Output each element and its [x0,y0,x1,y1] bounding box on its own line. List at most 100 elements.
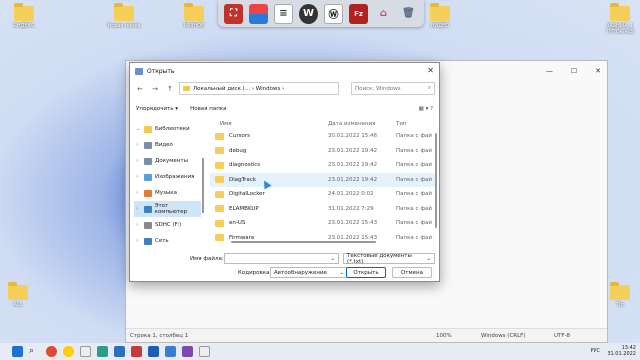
desktop-icon-new-folder[interactable]: Новая папка [100,3,148,29]
chevron-down-icon: ⌄ [330,255,335,262]
cancel-button[interactable]: Отмена [392,267,432,278]
wiki-icon[interactable]: Ⓦ [323,3,344,24]
tree-item[interactable]: › Видео [134,137,201,153]
organize-button[interactable]: Упорядочить ▾ [136,106,178,112]
file-type: Папка с фай [396,205,432,212]
file-date: 23.01.2022 15:43 [328,234,378,241]
cursor-position: Строка 1, столбец 1 [130,333,189,339]
tree-item[interactable]: › Документы [134,153,201,169]
filetype-select[interactable]: Текстовые документы (*.txt) ⌄ [343,253,435,265]
desktop-icon-all[interactable]: ALL [0,282,42,308]
chevron-icon[interactable]: › [136,174,141,180]
desktop-icon-misc[interactable]: РАЗНОЕ [170,3,218,29]
file-row[interactable]: ELAMBKUP 31.01.2022 7:29 Папка с фай [210,202,435,217]
w-icon[interactable]: W [299,3,318,24]
filezilla-icon[interactable]: Fz [349,3,369,24]
maximize-button[interactable]: ☐ [571,67,577,75]
view-options-icon[interactable]: ▦ ▾ ? [419,106,433,112]
chevron-icon[interactable]: › [136,142,141,148]
tree-scrollbar[interactable] [202,158,204,213]
encoding-select[interactable]: Автообнаружение ⌄ [270,267,348,278]
file-row[interactable]: debug 23.01.2022 19:42 Папка с фай [210,144,435,159]
taskbar: ⌕ РУС 13:42 31.01.2022 [0,343,640,360]
file-type: Папка с фай [396,220,432,227]
file-row[interactable]: DiagTrack 23.01.2022 19:42 Папка с фай [210,172,435,187]
horizontal-scrollbar[interactable] [231,241,376,243]
list-scrollbar[interactable] [435,133,437,228]
chevron-icon[interactable]: › [136,158,141,164]
column-name[interactable]: Имя [210,121,328,127]
filename-input[interactable]: ⌄ [224,253,339,264]
file-date: 31.01.2022 7:29 [328,205,374,212]
tree-item[interactable]: › Этот компьютер [134,201,201,217]
app2-icon[interactable] [182,346,193,357]
new-folder-button[interactable]: Новая папка [190,106,226,112]
tree-item[interactable]: › Изображения [134,169,201,185]
language-indicator[interactable]: РУС [590,348,600,354]
desktop-icon-yandex[interactable]: ЯНДЕКС [0,3,48,29]
back-button[interactable]: ← [134,83,146,95]
column-type[interactable]: Тип [396,121,435,127]
minimize-button[interactable]: — [546,67,553,75]
list-header: Имя Дата изменения Тип [210,118,435,129]
folder-icon [610,3,630,21]
app-icon[interactable] [80,346,91,357]
tree-item-label: Музыка [155,190,177,196]
start-icon[interactable] [12,346,23,357]
dialog-toolbar: Упорядочить ▾ Новая папка ▦ ▾ ? [136,103,433,115]
close-button[interactable]: ✕ [595,67,601,75]
home-icon[interactable]: ⌂ [374,4,393,24]
tree-item-icon [144,189,152,197]
file-row[interactable]: DigitalLocker 24.01.2022 0:02 Папка с фай [210,187,435,202]
folder-icon [215,205,224,213]
dialog-close-button[interactable]: ✕ [427,66,434,75]
search-placeholder: Поиск: Windows [355,85,401,92]
chevron-icon[interactable]: › [136,222,141,228]
tree-item-icon [144,173,152,181]
file-row[interactable]: en-US 23.01.2022 15:43 Папка с фай [210,216,435,231]
search-icon[interactable]: ⌕ [29,346,40,357]
tree-item[interactable]: › SDHC (F:) [134,217,201,233]
encoding-status: UTF-8 [554,333,571,339]
file-type: Папка с фай [396,147,432,154]
column-date[interactable]: Дата изменения [328,121,396,127]
browser-icon[interactable] [46,346,57,357]
forward-button[interactable]: → [149,83,161,95]
folder-icon [215,219,224,227]
up-button[interactable]: ↑ [164,83,176,95]
explorer-icon[interactable] [114,346,125,357]
chevron-icon[interactable]: › [136,190,141,196]
encoding-label: Кодировка: [238,270,272,276]
mail-icon[interactable] [165,346,176,357]
folder-icon [215,132,224,140]
skype-icon[interactable] [97,346,108,357]
recycle-icon[interactable]: 🗑 [399,4,418,24]
dialog-title: Открыть [147,68,175,75]
search-input[interactable]: Поиск: Windows ⌕ [351,82,435,95]
notepad-taskbar-icon[interactable] [199,346,210,357]
open-button[interactable]: Открыть [346,267,386,278]
app-red-blue-icon[interactable] [248,3,268,24]
app-red-icon[interactable]: ⛶ [224,3,243,24]
file-type: Папка с фай [396,234,432,241]
file-name: debug [229,147,247,154]
desktop-icon-tutorials[interactable]: YASHMA_1 TUTORIALS [596,3,640,35]
chevron-icon[interactable]: › [136,206,141,212]
file-row[interactable]: diagnostics 23.01.2022 19:42 Папка с фай [210,158,435,173]
tree-item[interactable]: › Сеть [134,233,201,249]
tree-item-icon [144,157,152,165]
word-icon[interactable] [148,346,159,357]
navigation-tree: ⌄ Библиотеки › Видео › Документы › Изображения ›… [134,121,201,259]
address-bar[interactable]: Локальный диск (... › Windows › [179,82,339,95]
document-icon[interactable]: ≡ [273,3,294,24]
address-path: Локальный диск (... › Windows › [193,85,285,92]
file-row[interactable]: Cursors 30.01.2022 15:46 Папка с фай [210,129,435,144]
clock[interactable]: 13:42 31.01.2022 [607,345,636,357]
tree-item[interactable]: › Музыка [134,185,201,201]
tree-item-icon [143,205,152,213]
chevron-icon[interactable]: › [136,238,141,244]
media-icon[interactable] [131,346,142,357]
yandex-icon[interactable] [63,346,74,357]
tree-item[interactable]: ⌄ Библиотеки [134,121,201,137]
chevron-icon[interactable]: ⌄ [136,126,141,132]
